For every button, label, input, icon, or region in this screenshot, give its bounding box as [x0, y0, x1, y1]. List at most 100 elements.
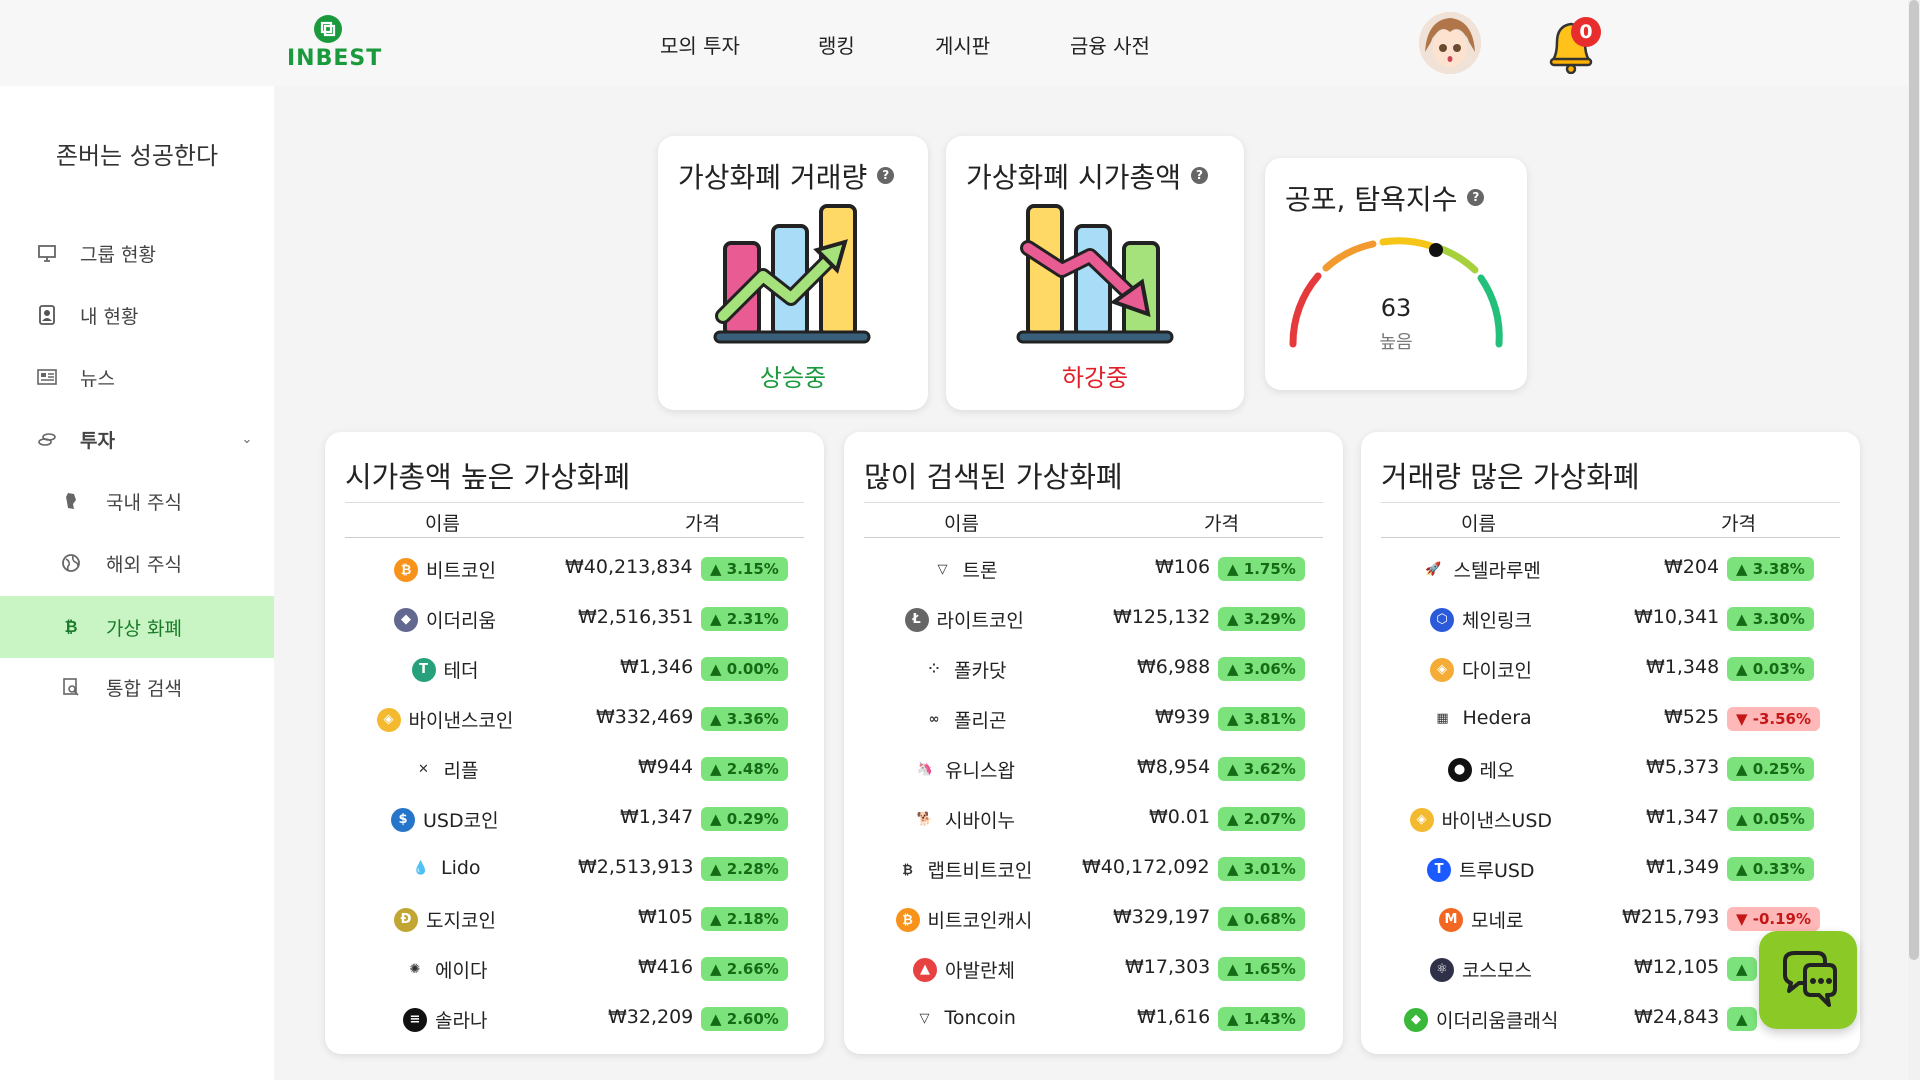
table-row[interactable]: ● 레오 ₩5,373 ▲ 0.25%	[1381, 744, 1840, 794]
table-title: 많이 검색된 가상화폐	[864, 460, 1123, 494]
nav-finance-dictionary[interactable]: 금융 사전	[1070, 30, 1150, 59]
coin-name: 아발란체	[945, 960, 1015, 982]
table-row[interactable]: ▲ 아발란체 ₩17,303 ▲ 1.65%	[864, 944, 1323, 994]
sidebar-item-label: 투자	[80, 429, 115, 452]
table-row[interactable]: ₿ 비트코인캐시 ₩329,197 ▲ 0.68%	[864, 894, 1323, 944]
coin-name-cell: ✺ 에이다	[403, 956, 487, 983]
table-row[interactable]: ▦ Hedera ₩525 ▼ -3.56%	[1381, 694, 1840, 744]
leo-icon: ●	[1447, 757, 1472, 782]
coin-name-cell: 🦄 유니스왑	[913, 756, 1015, 783]
sidebar-item-domestic-stock[interactable]: 국내 주식	[0, 472, 274, 530]
notification-count-badge: 0	[1571, 17, 1601, 47]
inbest-logo[interactable]: INBEST	[287, 14, 381, 74]
table-row[interactable]: ∞ 폴리곤 ₩939 ▲ 3.81%	[864, 694, 1323, 744]
table-row[interactable]: ≡ 솔라나 ₩32,209 ▲ 2.60%	[345, 994, 804, 1044]
sidebar-item-crypto[interactable]: ₿ 가상 화폐	[0, 596, 274, 658]
coin-price: ₩416	[638, 956, 694, 978]
coin-name: 바이낸스USD	[1441, 810, 1553, 832]
coin-name: 모네로	[1471, 910, 1524, 932]
tether-icon: T	[411, 657, 436, 682]
sidebar-item-news[interactable]: 뉴스	[0, 348, 274, 406]
coin-name: 랩트비트코인	[927, 860, 1033, 882]
help-icon[interactable]: ?	[877, 166, 895, 184]
gauge-needle-dot	[1429, 243, 1443, 257]
bitcoin-icon: ₿	[394, 557, 418, 582]
column-price-header: 가격	[685, 513, 720, 535]
table-row[interactable]: Ð 도지코인 ₩105 ▲ 2.18%	[345, 894, 804, 944]
coin-name-cell: 💧 Lido	[409, 856, 481, 880]
chevron-down-icon[interactable]: ⌄	[236, 428, 258, 450]
coin-name-cell: ◆ 이더리움클래식	[1404, 1006, 1558, 1033]
table-row[interactable]: 💧 Lido ₩2,513,913 ▲ 2.28%	[345, 844, 804, 894]
table-row[interactable]: ✺ 에이다 ₩416 ▲ 2.66%	[345, 944, 804, 994]
coin-price: ₩17,303	[1125, 956, 1211, 978]
table-row[interactable]: $ USD코인 ₩1,347 ▲ 0.29%	[345, 794, 804, 844]
coin-name-cell: 🚀 스텔라루멘	[1421, 556, 1541, 583]
coin-name: 코스모스	[1462, 960, 1532, 982]
table-row[interactable]: ₿ 비트코인 ₩40,213,834 ▲ 3.15%	[345, 544, 804, 594]
table-row[interactable]: ◈ 바이낸스USD ₩1,347 ▲ 0.05%	[1381, 794, 1840, 844]
nav-mock-invest[interactable]: 모의 투자	[660, 30, 740, 59]
table-row[interactable]: Ł 라이트코인 ₩125,132 ▲ 3.29%	[864, 594, 1323, 644]
change-badge: ▲ 2.31%	[701, 607, 788, 631]
sidebar-item-foreign-stock[interactable]: 해외 주식	[0, 534, 274, 592]
coin-price: ₩1,346	[620, 656, 694, 678]
sidebar-item-my-status[interactable]: 내 현황	[0, 286, 274, 344]
page-scrollbar-thumb[interactable]	[1909, 0, 1919, 960]
card-title: 가상화폐 거래량	[678, 161, 868, 194]
table-row[interactable]: ⁘ 폴카닷 ₩6,988 ▲ 3.06%	[864, 644, 1323, 694]
help-icon[interactable]: ?	[1467, 188, 1485, 206]
nav-ranking[interactable]: 랭킹	[818, 30, 855, 59]
change-badge: ▲ 2.66%	[701, 957, 788, 981]
table-row[interactable]: ✕ 리플 ₩944 ▲ 2.48%	[345, 744, 804, 794]
dogecoin-icon: Ð	[394, 907, 418, 932]
change-badge: ▲ 0.25%	[1727, 757, 1814, 781]
uniswap-icon: 🦄	[913, 757, 937, 782]
table-row[interactable]: ◈ 다이코인 ₩1,348 ▲ 0.03%	[1381, 644, 1840, 694]
sidebar-item-label: 내 현황	[80, 305, 139, 328]
table-row[interactable]: ⬡ 체인링크 ₩10,341 ▲ 3.30%	[1381, 594, 1840, 644]
table-row[interactable]: T 테더 ₩1,346 ▲ 0.00%	[345, 644, 804, 694]
change-badge: ▲ 0.00%	[701, 657, 788, 681]
monitor-icon	[36, 242, 58, 264]
shiba-icon: 🐕	[913, 807, 937, 832]
crypto-marketcap-card[interactable]: 가상화폐 시가총액? 하강중	[946, 136, 1244, 410]
coin-name-cell: ▲ 아발란체	[913, 956, 1015, 983]
nav-board[interactable]: 게시판	[935, 30, 990, 59]
sidebar-item-invest[interactable]: 투자 ⌄	[0, 410, 274, 468]
table-row[interactable]: 🐕 시바이누 ₩0.01 ▲ 2.07%	[864, 794, 1323, 844]
table-row[interactable]: 🦄 유니스왑 ₩8,954 ▲ 3.62%	[864, 744, 1323, 794]
coin-name: Lido	[441, 857, 481, 879]
chat-button[interactable]	[1759, 931, 1857, 1029]
coin-price: ₩332,469	[596, 706, 694, 728]
table-row[interactable]: ₿ 랩트비트코인 ₩40,172,092 ▲ 3.01%	[864, 844, 1323, 894]
crypto-volume-card[interactable]: 가상화폐 거래량? 상승중	[658, 136, 928, 410]
most-searched-table-card: 많이 검색된 가상화폐 이름 가격 ▽ 트론 ₩106 ▲ 1.75% Ł 라이트코인 ₩12…	[844, 432, 1343, 1054]
change-badge: ▼ -3.56%	[1727, 707, 1821, 731]
korea-map-icon	[60, 490, 82, 512]
coin-price: ₩8,954	[1137, 756, 1211, 778]
litecoin-icon: Ł	[904, 607, 929, 632]
coin-name-cell: ∞ 폴리곤	[922, 706, 1006, 733]
hedera-icon: ▦	[1430, 706, 1455, 730]
polygon-icon: ∞	[922, 707, 946, 732]
sidebar-item-unified-search[interactable]: 통합 검색	[0, 658, 274, 716]
polkadot-icon: ⁘	[922, 657, 946, 682]
sidebar-item-group-status[interactable]: 그룹 현황	[0, 224, 274, 282]
avatar[interactable]	[1419, 12, 1481, 74]
card-title: 공포, 탐욕지수	[1285, 183, 1458, 216]
table-row[interactable]: ▽ Toncoin ₩1,616 ▲ 1.43%	[864, 994, 1323, 1044]
table-row[interactable]: ▽ 트론 ₩106 ▲ 1.75%	[864, 544, 1323, 594]
table-row[interactable]: T 트루USD ₩1,349 ▲ 0.33%	[1381, 844, 1840, 894]
table-row[interactable]: 🚀 스텔라루멘 ₩204 ▲ 3.38%	[1381, 544, 1840, 594]
help-icon[interactable]: ?	[1190, 166, 1208, 184]
coin-price: ₩2,513,913	[578, 856, 694, 878]
coin-name-cell: ⬡ 체인링크	[1430, 606, 1532, 633]
coin-name: 트론	[962, 560, 998, 582]
change-badge: ▲ 3.81%	[1218, 707, 1305, 731]
change-badge: ▲ 3.29%	[1218, 607, 1305, 631]
table-row[interactable]: ◆ 이더리움 ₩2,516,351 ▲ 2.31%	[345, 594, 804, 644]
table-row[interactable]: ◈ 바이낸스코인 ₩332,469 ▲ 3.36%	[345, 694, 804, 744]
fear-greed-card[interactable]: 공포, 탐욕지수? 63 높음	[1265, 158, 1527, 390]
monero-icon: M	[1439, 907, 1463, 932]
